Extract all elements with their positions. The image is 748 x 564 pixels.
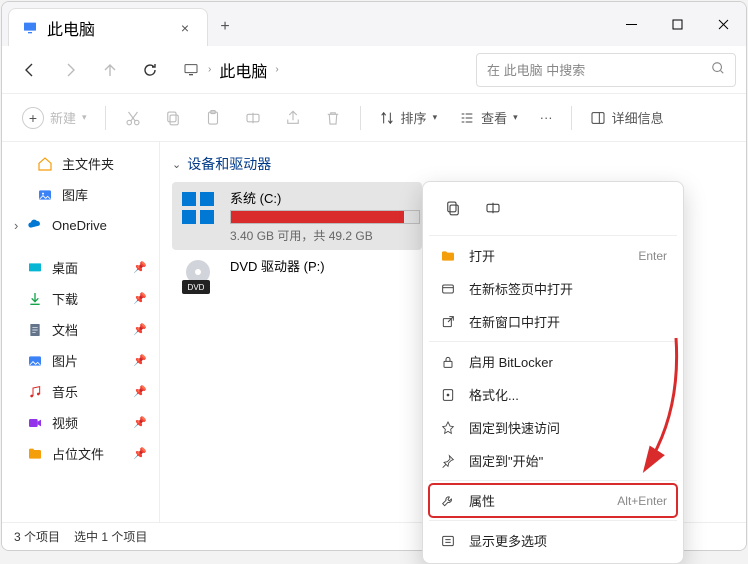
folder-icon [26, 445, 44, 463]
ctx-properties[interactable]: 属性Alt+Enter [429, 484, 677, 517]
document-icon [26, 321, 44, 339]
lock-icon [439, 354, 457, 370]
wrench-icon [439, 493, 457, 509]
refresh-button[interactable] [132, 52, 168, 88]
music-icon [26, 383, 44, 401]
view-button[interactable]: 查看▾ [451, 101, 526, 135]
cut-button[interactable] [116, 101, 150, 135]
ctx-open[interactable]: 打开Enter [429, 239, 677, 272]
window-controls [608, 2, 746, 46]
sidebar: 主文件夹 图库 OneDrive 桌面📌 下载📌 文档📌 图片📌 音乐📌 视频📌… [2, 142, 160, 522]
sidebar-item-desktop[interactable]: 桌面📌 [6, 252, 155, 283]
breadcrumb[interactable]: › 此电脑 › [172, 53, 472, 87]
maximize-button[interactable] [654, 2, 700, 46]
pin-icon: 📌 [133, 261, 147, 274]
new-button[interactable]: + 新建 ▾ [14, 101, 95, 135]
ctx-open-newtab[interactable]: 在新标签页中打开 [429, 272, 677, 305]
tab-this-pc[interactable]: 此电脑 × [8, 8, 208, 46]
paste-button[interactable] [196, 101, 230, 135]
group-header-devices[interactable]: ⌄ 设备和驱动器 [172, 150, 734, 182]
tab-title: 此电脑 [47, 16, 95, 40]
monitor-icon [21, 19, 39, 37]
titlebar: 此电脑 × + [2, 2, 746, 46]
close-window-button[interactable] [700, 2, 746, 46]
pin-icon: 📌 [133, 292, 147, 305]
sidebar-item-music[interactable]: 音乐📌 [6, 376, 155, 407]
forward-button[interactable] [52, 52, 88, 88]
dvd-icon: DVD [178, 256, 218, 296]
copy-button[interactable] [156, 101, 190, 135]
more-button[interactable]: ··· [532, 101, 561, 135]
pin-icon: 📌 [133, 447, 147, 460]
drive-dvd[interactable]: DVD DVD 驱动器 (P:) [172, 250, 422, 302]
cloud-icon [26, 216, 44, 234]
dvd-name: DVD 驱动器 (P:) [230, 256, 416, 275]
plus-icon: + [22, 107, 44, 129]
navbar: › 此电脑 › 在 此电脑 中搜索 [2, 46, 746, 94]
desktop-icon [26, 259, 44, 277]
sidebar-item-placeholder[interactable]: 占位文件📌 [6, 438, 155, 469]
close-tab-icon[interactable]: × [177, 18, 193, 38]
search-placeholder: 在 此电脑 中搜索 [487, 60, 711, 79]
ctx-copy-button[interactable] [435, 192, 471, 224]
tab-icon [439, 281, 457, 297]
ctx-bitlocker[interactable]: 启用 BitLocker [429, 345, 677, 378]
ctx-pin-start[interactable]: 固定到"开始" [429, 444, 677, 477]
picture-icon [26, 352, 44, 370]
download-icon [26, 290, 44, 308]
ctx-rename-button[interactable] [475, 192, 511, 224]
gallery-icon [36, 186, 54, 204]
ctx-format[interactable]: 格式化... [429, 378, 677, 411]
drive-name: 系统 (C:) [230, 188, 420, 207]
more-icon [439, 533, 457, 549]
breadcrumb-location[interactable]: 此电脑 [219, 58, 267, 82]
ctx-open-newwin[interactable]: 在新窗口中打开 [429, 305, 677, 338]
sort-button[interactable]: 排序▾ [371, 101, 446, 135]
external-icon [439, 314, 457, 330]
up-button[interactable] [92, 52, 128, 88]
back-button[interactable] [12, 52, 48, 88]
pin-icon: 📌 [133, 323, 147, 336]
drive-c[interactable]: 系统 (C:) 3.40 GB 可用，共 49.2 GB [172, 182, 422, 250]
pin-icon: 📌 [133, 354, 147, 367]
search-input[interactable]: 在 此电脑 中搜索 [476, 53, 736, 87]
details-pane-button[interactable]: 详细信息 [582, 101, 672, 135]
status-item-count: 3 个项目 [14, 528, 60, 545]
toolbar: + 新建 ▾ 排序▾ 查看▾ ··· 详细信息 [2, 94, 746, 142]
search-icon [711, 61, 725, 78]
sidebar-item-gallery[interactable]: 图库 [6, 179, 155, 210]
sidebar-item-pictures[interactable]: 图片📌 [6, 345, 155, 376]
sidebar-item-home[interactable]: 主文件夹 [6, 148, 155, 179]
sidebar-item-downloads[interactable]: 下载📌 [6, 283, 155, 314]
context-menu: 打开Enter 在新标签页中打开 在新窗口中打开 启用 BitLocker 格式… [422, 181, 684, 564]
new-tab-button[interactable]: + [208, 8, 242, 46]
folder-open-icon [439, 248, 457, 264]
delete-button[interactable] [316, 101, 350, 135]
monitor-icon [182, 61, 200, 79]
minimize-button[interactable] [608, 2, 654, 46]
pin-icon: 📌 [133, 385, 147, 398]
chevron-right-icon: › [208, 64, 211, 75]
share-button[interactable] [276, 101, 310, 135]
chevron-right-icon[interactable]: › [275, 64, 278, 75]
ctx-pin-quick[interactable]: 固定到快速访问 [429, 411, 677, 444]
drive-subtitle: 3.40 GB 可用，共 49.2 GB [230, 227, 420, 244]
pin-icon [439, 453, 457, 469]
format-icon [439, 387, 457, 403]
chevron-down-icon: ⌄ [172, 158, 181, 171]
pin-icon [439, 420, 457, 436]
drive-icon [178, 188, 218, 228]
drive-usage-bar [230, 210, 420, 224]
status-selected-count: 选中 1 个项目 [74, 528, 147, 545]
sidebar-item-onedrive[interactable]: OneDrive [6, 210, 155, 240]
sidebar-item-documents[interactable]: 文档📌 [6, 314, 155, 345]
rename-button[interactable] [236, 101, 270, 135]
pin-icon: 📌 [133, 416, 147, 429]
home-icon [36, 155, 54, 173]
video-icon [26, 414, 44, 432]
sidebar-item-videos[interactable]: 视频📌 [6, 407, 155, 438]
ctx-more[interactable]: 显示更多选项 [429, 524, 677, 557]
